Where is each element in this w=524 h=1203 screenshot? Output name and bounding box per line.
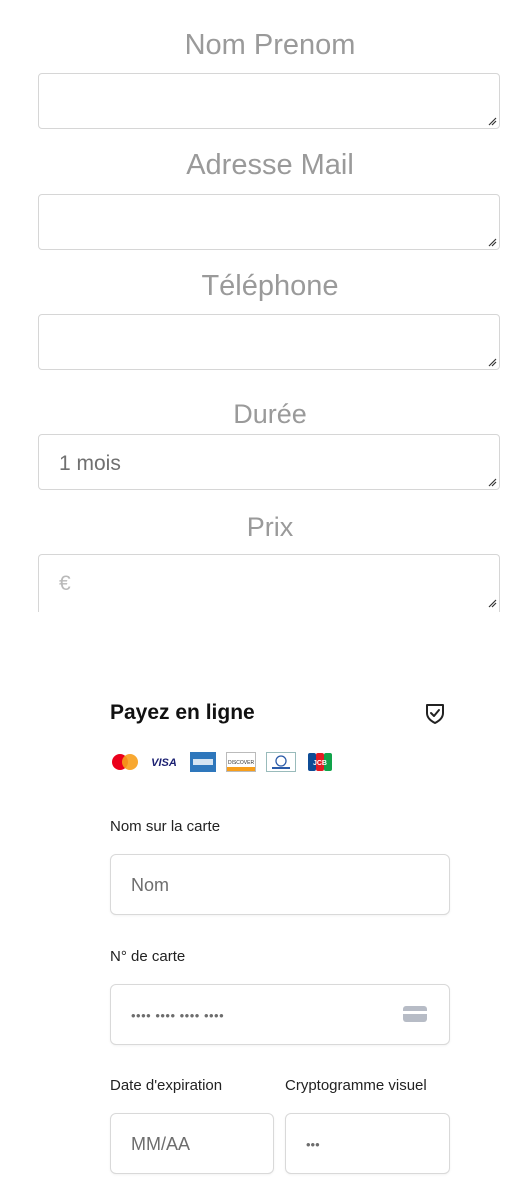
card-name-input[interactable]: Nom (110, 854, 450, 915)
price-label: Prix (246, 512, 294, 542)
cvv-placeholder: ••• (306, 1137, 320, 1152)
discover-icon: DISCOVER (226, 752, 256, 772)
phone-label: Téléphone (201, 270, 339, 302)
name-field[interactable] (38, 73, 500, 129)
expiry-input[interactable]: MM/AA (110, 1113, 274, 1174)
cvv-input[interactable]: ••• (285, 1113, 450, 1174)
visa-icon: VISA (151, 757, 177, 769)
name-label: Nom Prenom (184, 29, 356, 61)
resize-grip-icon[interactable] (487, 237, 497, 247)
payment-title: Payez en ligne (110, 701, 255, 724)
email-label: Adresse Mail (186, 149, 354, 181)
svg-text:VISA: VISA (151, 757, 177, 769)
card-name-placeholder: Nom (131, 875, 170, 895)
price-field[interactable]: € (38, 554, 500, 612)
credit-card-icon (403, 1006, 427, 1022)
card-number-placeholder: •••• •••• •••• •••• (131, 1008, 225, 1023)
mastercard-icon (112, 754, 138, 770)
amex-icon (190, 752, 216, 772)
email-field[interactable] (38, 194, 500, 250)
resize-grip-icon[interactable] (487, 116, 497, 126)
svg-text:JCB: JCB (313, 760, 327, 767)
shield-check-icon (426, 704, 444, 724)
duration-field[interactable]: 1 mois (38, 434, 500, 490)
price-value: € (59, 572, 71, 595)
jcb-icon: JCB (308, 753, 332, 771)
phone-field[interactable] (38, 314, 500, 370)
cvv-label: Cryptogramme visuel (285, 1077, 427, 1094)
card-number-label: N° de carte (110, 948, 186, 965)
svg-text:DISCOVER: DISCOVER (228, 760, 255, 766)
resize-grip-icon[interactable] (487, 477, 497, 487)
diners-icon (266, 752, 296, 772)
expiry-label: Date d'expiration (110, 1077, 223, 1094)
duration-value: 1 mois (59, 452, 121, 475)
duration-label: Durée (233, 399, 307, 429)
card-number-input[interactable]: •••• •••• •••• •••• (110, 984, 450, 1045)
resize-grip-icon[interactable] (487, 598, 497, 608)
expiry-placeholder: MM/AA (131, 1134, 191, 1154)
card-name-label: Nom sur la carte (110, 818, 221, 835)
resize-grip-icon[interactable] (487, 357, 497, 367)
